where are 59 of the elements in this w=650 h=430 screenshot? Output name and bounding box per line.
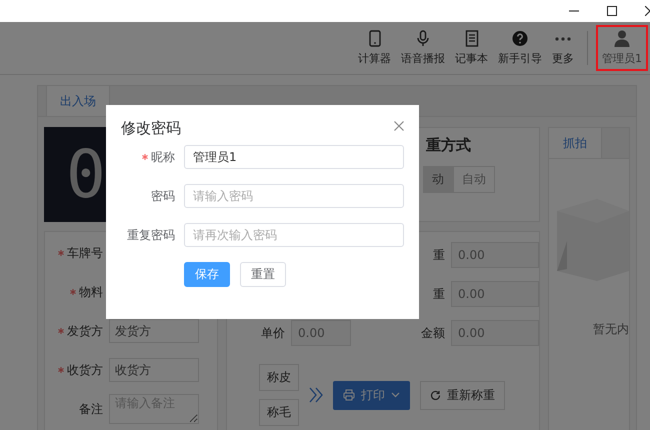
field-label: 重复密码 [126, 226, 175, 244]
weigh-button[interactable]: 称毛 [259, 399, 299, 426]
close-icon [645, 6, 650, 16]
required-mark-icon [70, 289, 76, 295]
required-mark-icon [58, 367, 64, 373]
field-label: 重 [432, 286, 445, 302]
help-icon [512, 30, 528, 47]
toolbar-button[interactable]: 记事本 [450, 30, 493, 66]
required-mark-icon [58, 250, 64, 256]
save-button[interactable]: 保存 [184, 262, 230, 287]
toolbar-button[interactable]: 计算器 [353, 30, 396, 66]
input-field[interactable]: 0.00 [291, 320, 351, 346]
input-field[interactable]: 0.00 [451, 281, 539, 307]
field-label: 单价 [260, 324, 285, 342]
field-label: 备注 [78, 400, 103, 418]
tablet-icon [366, 30, 382, 47]
input-field[interactable]: 0.00 [451, 320, 539, 346]
weigh-button[interactable]: 称皮 [259, 364, 299, 391]
section-title: 重方式 [426, 136, 472, 156]
field-label: 密码 [150, 188, 175, 204]
toolbar-button[interactable]: 新手引导 [493, 30, 547, 66]
mode-option[interactable]: 动 [423, 166, 453, 193]
caret-icon [391, 392, 400, 398]
toolbar-button[interactable]: 语音播报 [396, 30, 450, 66]
field-label: 发货方 [45, 322, 103, 340]
user-icon [614, 30, 630, 47]
tab[interactable]: 出入场 [46, 86, 110, 116]
mode-option[interactable]: 自动 [453, 166, 495, 193]
close-icon [394, 121, 404, 131]
tab[interactable]: 抓拍 [549, 128, 602, 158]
required-mark-icon [58, 328, 64, 334]
user-button[interactable]: 管理员1 [596, 25, 648, 71]
refresh-icon [430, 390, 441, 400]
weight-digit: 0 [66, 142, 106, 208]
reset-button[interactable]: 重置 [240, 262, 286, 287]
field-label: 昵称 [121, 148, 175, 166]
document-icon [464, 30, 480, 47]
input-field[interactable]: 管理员1 [184, 145, 404, 169]
reweigh-button[interactable]: 重新称重 [420, 380, 505, 410]
dialog-title: 修改密码 [121, 119, 181, 138]
input-field[interactable]: 收货方 [109, 358, 199, 382]
empty-message: 暂无内 [593, 321, 629, 338]
input-field[interactable]: 请输入密码 [184, 184, 404, 208]
toolbar-button[interactable]: 更多 [547, 30, 579, 66]
maximize-icon [607, 6, 617, 16]
input-field[interactable]: 发货方 [109, 319, 199, 343]
field-label: 重 [432, 246, 445, 264]
double-chevron-icon [309, 387, 323, 403]
input-field[interactable]: 0.00 [451, 242, 539, 268]
field-label: 车牌号 [45, 244, 103, 262]
input-field[interactable]: 请再次输入密码 [184, 223, 404, 247]
print-button[interactable]: 打印 [333, 380, 410, 410]
field-label: 金额 [420, 324, 445, 342]
required-mark-icon [142, 154, 148, 160]
more-icon [555, 37, 571, 41]
printer-icon [343, 389, 355, 401]
field-label: 收货方 [45, 362, 103, 378]
field-label: 物料 [45, 284, 103, 300]
microphone-icon [415, 30, 431, 47]
